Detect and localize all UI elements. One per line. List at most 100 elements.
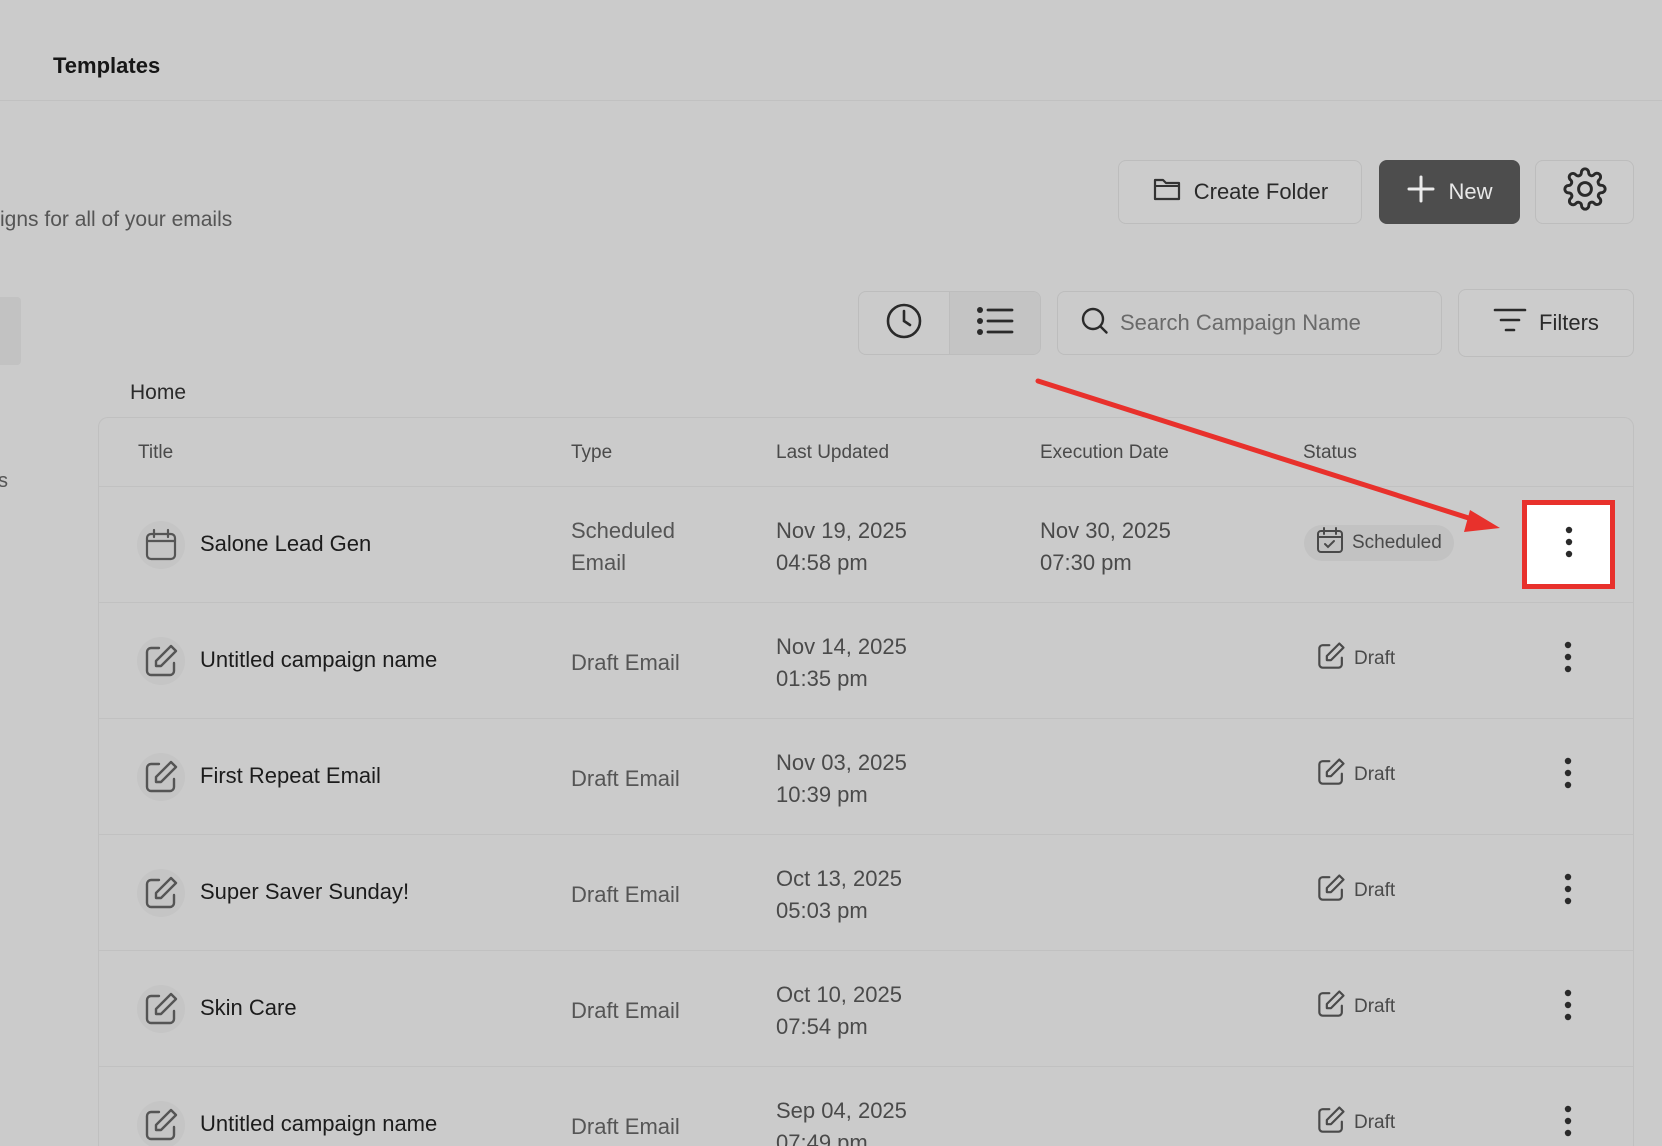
clock-icon	[885, 302, 923, 345]
campaign-title[interactable]: Super Saver Sunday!	[200, 879, 409, 905]
last-updated-date: Nov 14, 2025	[776, 634, 907, 659]
row-actions-menu[interactable]	[1540, 1095, 1596, 1146]
more-vertical-icon	[1563, 1105, 1573, 1142]
search-input[interactable]	[1120, 310, 1430, 336]
create-folder-button[interactable]: Create Folder	[1118, 160, 1362, 224]
row-actions-menu[interactable]	[1540, 747, 1596, 803]
table-row[interactable]: Super Saver Sunday! Draft Email Oct 13, …	[99, 835, 1633, 951]
list-view-button[interactable]	[949, 292, 1040, 354]
execution-date-value: Nov 30, 2025	[1040, 518, 1171, 543]
execution-date: Nov 30, 2025 07:30 pm	[1040, 515, 1171, 579]
last-updated: Oct 13, 2025 05:03 pm	[776, 863, 902, 927]
more-vertical-icon	[1563, 989, 1573, 1026]
last-updated: Oct 10, 2025 07:54 pm	[776, 979, 902, 1043]
campaign-type: Draft Email	[571, 882, 680, 907]
status-label: Draft	[1354, 996, 1396, 1017]
more-vertical-icon	[1564, 526, 1574, 563]
table-header: Title Type Last Updated Execution Date S…	[99, 418, 1633, 487]
column-execution-date[interactable]: Execution Date	[1040, 442, 1169, 464]
last-updated-date: Oct 10, 2025	[776, 982, 902, 1007]
new-button[interactable]: New	[1379, 160, 1520, 224]
table-row[interactable]: Untitled campaign name Draft Email Sep 0…	[99, 1067, 1633, 1146]
filters-button[interactable]: Filters	[1458, 289, 1634, 357]
campaign-title[interactable]: First Repeat Email	[200, 763, 381, 789]
column-title[interactable]: Title	[138, 442, 173, 464]
top-bar: Templates	[0, 0, 1662, 101]
more-vertical-icon	[1563, 873, 1573, 910]
row-actions-menu[interactable]	[1540, 863, 1596, 919]
column-type[interactable]: Type	[571, 442, 612, 464]
sidebar-edge	[0, 297, 21, 365]
campaign-table: Title Type Last Updated Execution Date S…	[98, 417, 1634, 1146]
campaign-title[interactable]: Salone Lead Gen	[200, 531, 371, 557]
edit-icon	[137, 869, 185, 917]
edit-icon	[1316, 873, 1346, 909]
column-status[interactable]: Status	[1303, 442, 1357, 464]
status-label: Draft	[1354, 1112, 1396, 1133]
table-row[interactable]: First Repeat Email Draft Email Nov 03, 2…	[99, 719, 1633, 835]
campaign-title[interactable]: Untitled campaign name	[200, 647, 437, 673]
status-badge: Draft	[1304, 757, 1407, 793]
table-row[interactable]: Untitled campaign name Draft Email Nov 1…	[99, 603, 1633, 719]
last-updated-time: 07:49 pm	[776, 1130, 868, 1146]
last-updated: Nov 14, 2025 01:35 pm	[776, 631, 907, 695]
campaign-type: Draft Email	[571, 1114, 680, 1139]
status-label: Draft	[1354, 880, 1396, 901]
create-folder-label: Create Folder	[1193, 179, 1329, 204]
page-subtitle: igns for all of your emails	[0, 208, 233, 231]
row-actions-menu[interactable]	[1540, 979, 1596, 1035]
breadcrumb[interactable]: Home	[130, 381, 186, 405]
edit-icon	[137, 753, 185, 801]
sidebar-text-fragment: s	[0, 470, 8, 492]
status-badge: Draft	[1304, 873, 1407, 909]
calendar-check-icon	[1316, 526, 1344, 560]
edit-icon	[137, 1101, 185, 1146]
search-icon	[1080, 306, 1110, 341]
row-actions-menu[interactable]	[1540, 631, 1596, 687]
more-vertical-icon	[1563, 641, 1573, 678]
execution-time-value: 07:30 pm	[1040, 550, 1132, 575]
last-updated-date: Nov 19, 2025	[776, 518, 907, 543]
last-updated-date: Sep 04, 2025	[776, 1098, 907, 1123]
status-badge: Draft	[1304, 641, 1407, 677]
templates-tab[interactable]: Templates	[53, 53, 160, 79]
edit-icon	[1316, 641, 1346, 677]
edit-icon	[137, 637, 185, 685]
status-label: Draft	[1354, 764, 1396, 785]
last-updated: Nov 19, 2025 04:58 pm	[776, 515, 907, 579]
more-vertical-icon	[1563, 757, 1573, 794]
campaign-type: Draft Email	[571, 650, 680, 675]
recent-view-button[interactable]	[859, 292, 949, 354]
status-badge: Draft	[1304, 989, 1407, 1025]
last-updated-time: 10:39 pm	[776, 782, 868, 807]
campaign-type: Scheduled Email	[571, 518, 675, 575]
last-updated-time: 01:35 pm	[776, 666, 868, 691]
table-row[interactable]: Salone Lead Gen Scheduled Email Nov 19, …	[99, 487, 1633, 603]
last-updated-date: Oct 13, 2025	[776, 866, 902, 891]
last-updated: Nov 03, 2025 10:39 pm	[776, 747, 907, 811]
new-label: New	[1448, 179, 1493, 204]
filters-label: Filters	[1539, 310, 1599, 335]
last-updated: Sep 04, 2025 07:49 pm	[776, 1095, 907, 1146]
column-last-updated[interactable]: Last Updated	[776, 442, 889, 464]
status-badge: Scheduled	[1304, 525, 1454, 561]
plus-icon	[1406, 174, 1436, 210]
row-actions-menu-highlighted[interactable]	[1522, 500, 1615, 589]
view-toggle	[858, 291, 1041, 355]
edit-icon	[1316, 989, 1346, 1025]
status-label: Draft	[1354, 648, 1396, 669]
status-badge: Draft	[1304, 1105, 1407, 1141]
campaign-title[interactable]: Untitled campaign name	[200, 1111, 437, 1137]
calendar-icon	[137, 521, 185, 569]
table-row[interactable]: Skin Care Draft Email Oct 10, 2025 07:54…	[99, 951, 1633, 1067]
settings-button[interactable]	[1535, 160, 1634, 224]
last-updated-time: 05:03 pm	[776, 898, 868, 923]
campaign-title[interactable]: Skin Care	[200, 995, 297, 1021]
last-updated-date: Nov 03, 2025	[776, 750, 907, 775]
edit-icon	[1316, 757, 1346, 793]
search-box	[1057, 291, 1442, 355]
edit-icon	[1316, 1105, 1346, 1141]
gear-icon	[1562, 167, 1607, 217]
campaign-type: Draft Email	[571, 766, 680, 791]
edit-icon	[137, 985, 185, 1033]
